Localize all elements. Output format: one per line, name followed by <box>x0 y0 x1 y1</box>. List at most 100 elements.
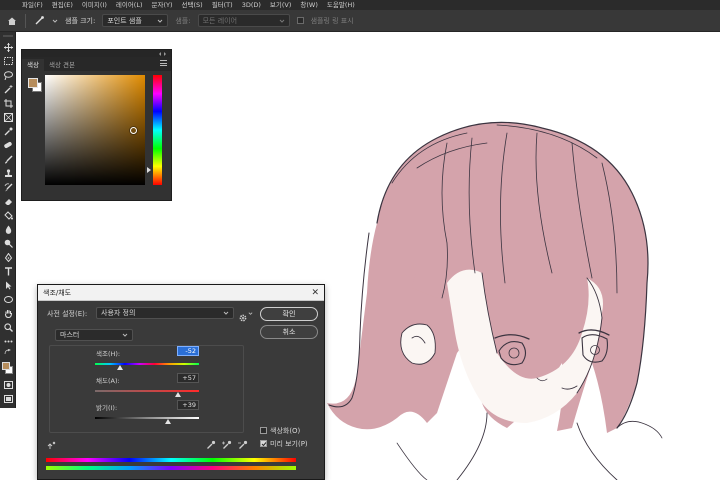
history-brush-tool-icon[interactable] <box>2 182 14 192</box>
lightness-value-input[interactable]: +39 <box>177 400 199 410</box>
saturation-value-field[interactable] <box>45 75 145 185</box>
close-icon[interactable]: ✕ <box>311 288 319 298</box>
checkmark-icon <box>261 442 267 447</box>
stamp-tool-icon[interactable] <box>2 168 14 178</box>
input-hue-spectrum-bar <box>46 458 296 462</box>
eraser-tool-icon[interactable] <box>2 196 14 206</box>
sample-size-select[interactable]: 포인트 샘플 <box>102 14 169 27</box>
swap-colors-icon[interactable] <box>2 348 14 356</box>
foreground-color-swatch[interactable] <box>2 362 10 370</box>
cancel-button[interactable]: 취소 <box>260 325 318 339</box>
menu-item[interactable]: 창(W) <box>300 0 317 10</box>
targeted-adjustment-icon[interactable] <box>47 435 57 449</box>
hue-value-input[interactable]: -52 <box>177 346 199 356</box>
magic-wand-tool-icon[interactable] <box>2 84 14 94</box>
sample-value: 모든 레이어 <box>202 16 238 25</box>
home-icon[interactable] <box>6 15 18 27</box>
quick-mask-icon[interactable] <box>2 380 14 390</box>
saturation-slider-track[interactable] <box>95 390 199 392</box>
color-panel-header[interactable] <box>22 50 171 57</box>
menu-item[interactable]: 3D(D) <box>242 0 261 10</box>
eyedropper-icon[interactable] <box>206 435 216 449</box>
panel-grip-icon[interactable] <box>2 34 14 38</box>
sample-select[interactable]: 모든 레이어 <box>197 14 290 27</box>
dialog-titlebar[interactable]: 색조/채도 ✕ <box>38 285 324 301</box>
options-bar: 샘플 크기: 포인트 샘플 샘플: 모든 레이어 샘플링 링 표시 <box>0 10 720 32</box>
sample-size-label: 샘플 크기: <box>65 16 96 25</box>
tools-panel <box>0 32 16 408</box>
color-panel-tabs: 색상 색상 견본 <box>22 57 171 71</box>
screen-mode-icon[interactable] <box>2 394 14 404</box>
dialog-title: 색조/채도 <box>43 288 72 297</box>
menu-item[interactable]: 필터(T) <box>212 0 233 10</box>
preview-label: 미리 보기(P) <box>270 440 308 448</box>
eyedropper-icon[interactable] <box>2 126 14 136</box>
menu-item[interactable]: 보기(V) <box>270 0 291 10</box>
sample-size-value: 포인트 샘플 <box>107 16 142 25</box>
menu-bar: 파일(F) 편집(E) 이미지(I) 레이어(L) 문자(Y) 선택(S) 필터(T) 3D(… <box>0 0 720 10</box>
lightness-slider-track[interactable] <box>95 417 199 419</box>
menu-item[interactable]: 도움말(H) <box>327 0 355 10</box>
type-tool-icon[interactable] <box>2 266 14 276</box>
crop-tool-icon[interactable] <box>2 98 14 108</box>
show-sampling-ring-checkbox[interactable] <box>296 17 304 24</box>
saturation-value-input[interactable]: +57 <box>177 373 199 383</box>
chevron-down-icon <box>157 19 163 23</box>
channel-select[interactable]: 마스터 <box>55 329 133 341</box>
lightness-label: 밝기(I): <box>96 404 118 412</box>
add-to-sample-eyedropper-icon[interactable] <box>222 435 232 449</box>
hand-tool-icon[interactable] <box>2 308 14 318</box>
zoom-tool-icon[interactable] <box>2 322 14 332</box>
path-selection-tool-icon[interactable] <box>2 280 14 290</box>
hue-label: 색조(H): <box>96 350 121 358</box>
panel-menu-icon[interactable] <box>160 60 167 66</box>
hue-slider-track[interactable] <box>95 363 199 365</box>
subtract-from-sample-eyedropper-icon[interactable] <box>238 435 248 449</box>
menu-item[interactable]: 레이어(L) <box>116 0 143 10</box>
lightness-slider-thumb[interactable] <box>165 419 171 424</box>
chevron-down-icon <box>223 311 229 315</box>
chevron-down-icon[interactable] <box>248 311 253 316</box>
color-panel: 색상 색상 견본 <box>21 49 172 201</box>
menu-item[interactable]: 파일(F) <box>22 0 43 10</box>
hue-saturation-dialog: 색조/채도 ✕ 사전 설정(E): 사용자 정의 확인 취소 마스터 색조(H)… <box>37 284 325 480</box>
preview-checkbox[interactable] <box>260 440 267 447</box>
menu-item[interactable]: 문자(Y) <box>152 0 173 10</box>
more-tools-icon[interactable] <box>2 336 14 346</box>
collapse-panel-icon[interactable] <box>159 51 167 56</box>
chevron-down-icon <box>122 333 128 337</box>
hue-slider[interactable] <box>153 75 162 185</box>
hue-slider-thumb[interactable] <box>117 365 123 370</box>
saturation-slider-thumb[interactable] <box>175 392 181 397</box>
healing-brush-tool-icon[interactable] <box>2 140 14 150</box>
brush-tool-icon[interactable] <box>2 154 14 164</box>
dodge-tool-icon[interactable] <box>2 238 14 248</box>
preset-select[interactable]: 사용자 정의 <box>96 307 234 319</box>
options-divider <box>25 13 26 28</box>
frame-tool-icon[interactable] <box>2 112 14 122</box>
menu-item[interactable]: 편집(E) <box>52 0 73 10</box>
menu-item[interactable]: 이미지(I) <box>82 0 107 10</box>
colorize-checkbox[interactable] <box>260 427 267 434</box>
preset-value: 사용자 정의 <box>101 309 136 317</box>
blur-tool-icon[interactable] <box>2 224 14 234</box>
pen-tool-icon[interactable] <box>2 252 14 262</box>
output-hue-spectrum-bar <box>46 466 296 470</box>
marquee-tool-icon[interactable] <box>2 56 14 66</box>
hue-slider-marker[interactable] <box>147 167 151 173</box>
ok-button[interactable]: 확인 <box>260 307 318 321</box>
tab-color[interactable]: 색상 <box>22 59 44 71</box>
gear-icon[interactable] <box>238 308 248 322</box>
chevron-down-icon[interactable] <box>52 15 58 27</box>
paint-bucket-tool-icon[interactable] <box>2 210 14 220</box>
menu-item[interactable]: 선택(S) <box>182 0 203 10</box>
eyedropper-tool-icon[interactable] <box>33 15 45 27</box>
color-picker-cursor[interactable] <box>130 127 137 134</box>
lasso-tool-icon[interactable] <box>2 70 14 80</box>
tab-swatches[interactable]: 색상 견본 <box>44 59 80 71</box>
ellipse-tool-icon[interactable] <box>2 294 14 304</box>
move-tool-icon[interactable] <box>2 42 14 52</box>
saturation-label: 채도(A): <box>96 377 120 385</box>
panel-foreground-swatch[interactable] <box>28 78 38 88</box>
preset-label: 사전 설정(E): <box>47 310 88 318</box>
